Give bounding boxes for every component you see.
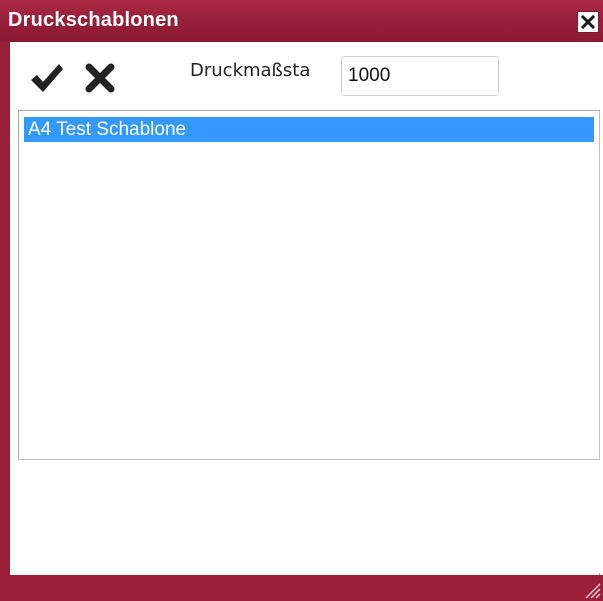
template-list[interactable]: A4 Test Schablone (18, 110, 600, 460)
cross-icon (85, 63, 115, 93)
print-templates-dialog: Druckschablonen Druckmaßsta A4 Test Scha… (0, 0, 603, 601)
toolbar: Druckmaßsta (10, 42, 603, 110)
title-bar[interactable]: Druckschablonen (0, 0, 603, 42)
status-bar (0, 575, 603, 601)
checkmark-icon (31, 64, 63, 92)
print-scale-label: Druckmaßsta (190, 60, 311, 81)
cancel-button[interactable] (80, 58, 120, 98)
close-icon (581, 15, 595, 29)
ok-button[interactable] (26, 58, 66, 98)
print-scale-input[interactable] (341, 56, 499, 96)
close-button[interactable] (577, 11, 599, 33)
resize-grip-icon[interactable] (581, 579, 601, 599)
window-title: Druckschablonen (8, 9, 179, 31)
template-list-item[interactable]: A4 Test Schablone (24, 117, 594, 142)
